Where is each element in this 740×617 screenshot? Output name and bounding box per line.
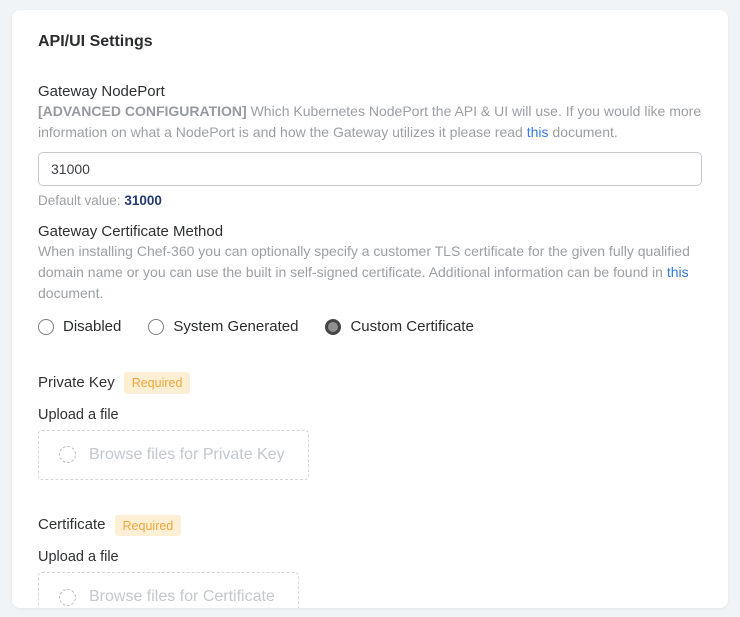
private-key-label: Private Key	[38, 374, 115, 392]
certificate-label: Certificate	[38, 516, 106, 534]
default-value-number: 31000	[124, 193, 162, 208]
advanced-configuration-tag: [ADVANCED CONFIGURATION]	[38, 103, 247, 119]
certificate-method-description: When installing Chef-360 you can optiona…	[38, 241, 702, 304]
gateway-nodeport-input[interactable]	[38, 152, 702, 186]
upload-spinner-icon	[59, 446, 76, 463]
private-key-browse-button[interactable]: Browse files for Private Key	[38, 430, 309, 480]
private-key-browse-text: Browse files for Private Key	[89, 446, 285, 464]
gateway-nodeport-default: Default value: 31000	[38, 193, 702, 209]
radio-option-label: Custom Certificate	[350, 318, 473, 335]
certificate-method-label: Gateway Certificate Method	[38, 223, 702, 240]
default-value-label: Default value:	[38, 193, 124, 208]
private-key-header: Private Key Required	[38, 372, 702, 394]
required-badge: Required	[115, 515, 182, 537]
api-ui-settings-card: API/UI Settings Gateway NodePort [ADVANC…	[12, 10, 728, 608]
gateway-nodeport-label: Gateway NodePort	[38, 83, 702, 100]
gateway-nodeport-description-tail: document.	[549, 124, 618, 140]
radio-option-system-generated[interactable]: System Generated	[148, 318, 298, 335]
radio-option-label: Disabled	[63, 318, 121, 335]
nodeport-doc-link[interactable]: this	[527, 124, 549, 140]
certificate-browse-button[interactable]: Browse files for Certificate	[38, 572, 299, 608]
radio-option-disabled[interactable]: Disabled	[38, 318, 121, 335]
gateway-nodeport-description: [ADVANCED CONFIGURATION] Which Kubernete…	[38, 101, 702, 143]
radio-option-label: System Generated	[173, 318, 298, 335]
private-key-upload-label: Upload a file	[38, 407, 702, 423]
certificate-doc-link[interactable]: this	[667, 264, 689, 280]
certificate-method-radio-group: Disabled System Generated Custom Certifi…	[38, 318, 702, 335]
certificate-upload-label: Upload a file	[38, 549, 702, 565]
certificate-method-description-tail: document.	[38, 285, 103, 301]
certificate-browse-text: Browse files for Certificate	[89, 588, 275, 606]
radio-button-icon[interactable]	[325, 319, 341, 335]
upload-spinner-icon	[59, 589, 76, 606]
certificate-method-description-text: When installing Chef-360 you can optiona…	[38, 243, 690, 280]
radio-button-icon[interactable]	[38, 319, 54, 335]
required-badge: Required	[124, 372, 191, 394]
radio-button-icon[interactable]	[148, 319, 164, 335]
page-title: API/UI Settings	[38, 33, 702, 51]
radio-option-custom-certificate[interactable]: Custom Certificate	[325, 318, 473, 335]
certificate-header: Certificate Required	[38, 515, 702, 537]
